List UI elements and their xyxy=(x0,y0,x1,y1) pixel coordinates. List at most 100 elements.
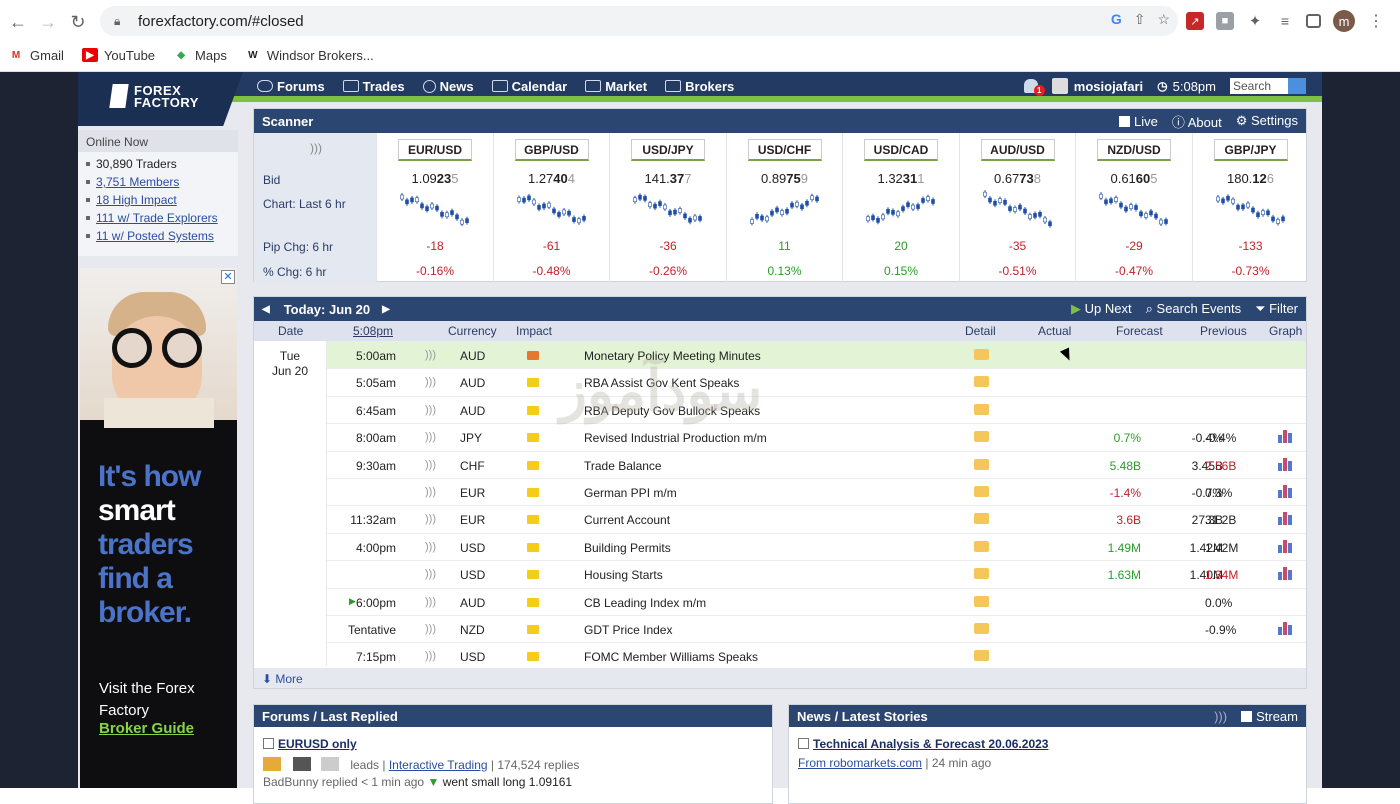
pair-name[interactable]: USD/CAD xyxy=(864,139,938,161)
detail-folder-icon[interactable] xyxy=(974,349,989,360)
last-reply-text[interactable]: went small long 1.09161 xyxy=(443,775,572,789)
graph-icon[interactable] xyxy=(1278,621,1292,635)
event-title[interactable]: CB Leading Index m/m xyxy=(584,596,706,610)
calendar-event-row[interactable]: 7:15pm ))) USD FOMC Member Williams Spea… xyxy=(327,642,1306,669)
event-sound-icon[interactable]: ))) xyxy=(425,486,436,498)
participant-avatars[interactable] xyxy=(263,757,347,771)
bookmark-youtube[interactable]: ▶ YouTube xyxy=(81,48,155,63)
event-sound-icon[interactable]: ))) xyxy=(425,459,436,471)
calendar-event-row[interactable]: 5:00am ))) AUD Monetary Policy Meeting M… xyxy=(327,341,1306,368)
event-sound-icon[interactable]: ))) xyxy=(425,650,436,662)
detail-folder-icon[interactable] xyxy=(974,513,989,525)
calendar-event-row[interactable]: ))) EUR German PPI m/m -1.4% -0.7% 0.3% xyxy=(327,478,1306,505)
event-title[interactable]: Revised Industrial Production m/m xyxy=(584,431,767,445)
site-logo[interactable]: FOREX FACTORY xyxy=(78,72,243,126)
impact-icon[interactable] xyxy=(527,351,539,360)
search-icon[interactable] xyxy=(1288,78,1306,94)
online-high-impact[interactable]: 18 High Impact xyxy=(86,191,230,209)
news-title[interactable]: News / Latest Stories xyxy=(797,709,928,724)
impact-icon[interactable] xyxy=(527,542,539,552)
scanner-pair-3[interactable]: USD/CHF 0.89759 11 0.13% xyxy=(725,133,842,283)
online-members[interactable]: 3,751 Members xyxy=(86,173,230,191)
calendar-event-row[interactable]: 4:00pm ))) USD Building Permits 1.49M 1.… xyxy=(327,532,1306,560)
pair-name[interactable]: USD/JPY xyxy=(631,139,705,161)
scanner-pair-4[interactable]: USD/CAD 1.32311 20 0.15% xyxy=(842,133,958,283)
impact-icon[interactable] xyxy=(527,625,539,634)
event-title[interactable]: GDT Price Index xyxy=(584,623,672,637)
filter-button[interactable]: ⏷ Filter xyxy=(1255,301,1298,317)
event-sound-icon[interactable]: ))) xyxy=(425,431,436,443)
story-title-link[interactable]: Technical Analysis & Forecast 20.06.2023 xyxy=(813,737,1048,751)
event-title[interactable]: German PPI m/m xyxy=(584,486,677,500)
pair-name[interactable]: AUD/USD xyxy=(980,139,1055,161)
bookmark-gmail[interactable]: M Gmail xyxy=(8,48,64,63)
scanner-pair-7[interactable]: GBP/JPY 180.126 -133 -0.73% xyxy=(1191,133,1308,283)
event-title[interactable]: Trade Balance xyxy=(584,459,662,473)
nav-brokers[interactable]: Brokers xyxy=(661,79,738,94)
calendar-event-row[interactable]: ))) USD Housing Starts 1.63M 1.40M 1.34M xyxy=(327,560,1306,587)
event-sound-icon[interactable]: ))) xyxy=(425,541,436,553)
calendar-event-row[interactable]: 5:05am ))) AUD RBA Assist Gov Kent Speak… xyxy=(327,368,1306,395)
story-source-link[interactable]: From robomarkets.com xyxy=(798,756,922,770)
online-posted-systems[interactable]: 11 w/ Posted Systems xyxy=(86,227,230,245)
event-sound-icon[interactable]: ))) xyxy=(425,596,436,608)
graph-icon[interactable] xyxy=(1278,566,1292,581)
calendar-today[interactable]: Today: Jun 20 xyxy=(284,302,370,317)
detail-folder-icon[interactable] xyxy=(974,540,989,552)
thread-title-link[interactable]: EURUSD only xyxy=(278,737,357,751)
event-sound-icon[interactable]: ))) xyxy=(425,513,436,525)
search-events-button[interactable]: ⌕ Search Events xyxy=(1146,301,1241,317)
media-queue-icon[interactable]: ≡ xyxy=(1276,12,1294,30)
notification-bell-icon[interactable]: 1 xyxy=(1023,79,1045,96)
detail-folder-icon[interactable] xyxy=(974,568,989,580)
pair-name[interactable]: GBP/USD xyxy=(514,139,589,161)
menu-kebab-icon[interactable]: ⋮ xyxy=(1367,12,1385,30)
nav-trades[interactable]: Trades xyxy=(339,79,409,94)
settings-button[interactable]: ⚙ Settings xyxy=(1236,113,1298,129)
impact-icon[interactable] xyxy=(527,515,539,525)
detail-folder-icon[interactable] xyxy=(974,431,989,443)
scanner-pair-2[interactable]: USD/JPY 141.377 -36 -0.26% xyxy=(609,133,725,283)
thread-category-link[interactable]: Interactive Trading xyxy=(389,758,488,772)
calendar-event-row[interactable]: 6:00pm ))) AUD CB Leading Index m/m 0.0%… xyxy=(327,587,1306,615)
calendar-more-link[interactable]: ⬇ More xyxy=(254,668,1306,688)
graph-icon[interactable] xyxy=(1278,484,1292,498)
pair-name[interactable]: GBP/JPY xyxy=(1213,139,1288,161)
scanner-pair-0[interactable]: EUR/USD 1.09235 -18 -0.16% xyxy=(376,133,492,283)
forums-title[interactable]: Forums / Last Replied xyxy=(254,705,772,727)
calendar-event-row[interactable]: 9:30am ))) CHF Trade Balance 5.48B 3.45B… xyxy=(327,450,1306,478)
pair-name[interactable]: EUR/USD xyxy=(398,139,472,161)
ad-broker-guide-link[interactable]: Broker Guide xyxy=(99,720,194,737)
broker-ad[interactable]: ✕ It's how smart traders find a broker. … xyxy=(80,268,237,788)
bookmark-windsor[interactable]: W Windsor Brokers... xyxy=(245,48,374,63)
user-menu[interactable]: mosiojafari xyxy=(1051,78,1143,94)
event-title[interactable]: Building Permits xyxy=(584,541,671,555)
impact-icon[interactable] xyxy=(527,597,539,607)
impact-icon[interactable] xyxy=(527,652,539,662)
extensions-puzzle-icon[interactable]: ✦ xyxy=(1246,12,1264,30)
up-next-button[interactable]: ▶ Up Next xyxy=(1071,301,1132,317)
detail-folder-icon[interactable] xyxy=(974,403,989,415)
google-icon[interactable]: G xyxy=(1111,11,1122,28)
impact-icon[interactable] xyxy=(527,405,539,415)
pair-name[interactable]: USD/CHF xyxy=(747,139,822,161)
event-sound-icon[interactable]: ))) xyxy=(425,568,436,580)
pair-name[interactable]: NZD/USD xyxy=(1097,139,1171,161)
calendar-event-row[interactable]: Tentative ))) NZD GDT Price Index -0.9% xyxy=(327,615,1306,642)
nav-market[interactable]: Market xyxy=(581,79,651,94)
detail-folder-icon[interactable] xyxy=(974,595,989,607)
pair-mini-chart[interactable] xyxy=(1215,189,1289,231)
share-icon[interactable]: ⇧ xyxy=(1134,11,1146,28)
sidepanel-icon[interactable] xyxy=(1306,14,1321,28)
pair-mini-chart[interactable] xyxy=(749,189,823,231)
detail-folder-icon[interactable] xyxy=(974,650,989,662)
graph-icon[interactable] xyxy=(1278,429,1292,444)
graph-icon[interactable] xyxy=(1278,539,1292,553)
calendar-event-row[interactable]: 8:00am ))) JPY Revised Industrial Produc… xyxy=(327,423,1306,450)
detail-folder-icon[interactable] xyxy=(974,486,989,497)
forward-icon[interactable]: → xyxy=(36,10,60,34)
detail-folder-icon[interactable] xyxy=(974,458,989,470)
nav-forums[interactable]: Forums xyxy=(253,79,329,94)
event-title[interactable]: FOMC Member Williams Speaks xyxy=(584,650,758,664)
impact-icon[interactable] xyxy=(527,570,539,580)
